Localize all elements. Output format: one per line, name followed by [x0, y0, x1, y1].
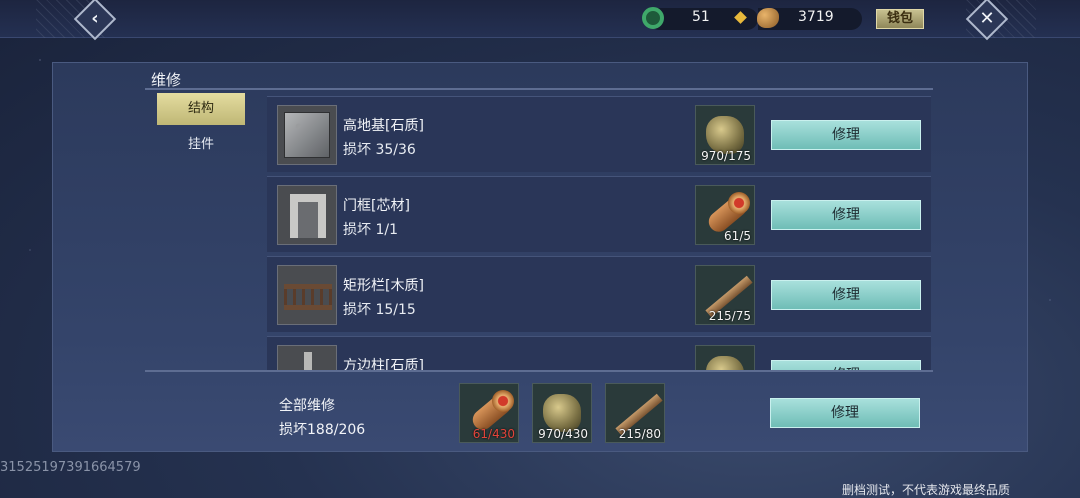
material-count: 61/5 — [724, 229, 751, 243]
item-name: 方边柱[石质] — [343, 358, 424, 370]
material-count: 970/175 — [701, 149, 751, 163]
gourd-icon — [757, 8, 779, 28]
repair-panel: 维修 结构 挂件 高地基[石质] 损坏 35/36 970/175 修理 门框[… — [52, 62, 1028, 452]
log-icon: 61/430 — [459, 383, 519, 443]
tab-attachments[interactable]: 挂件 — [157, 129, 245, 161]
test-disclaimer: 删档测试，不代表游戏最终品质 — [842, 483, 1011, 497]
stone-foundation-icon — [277, 105, 337, 165]
list-item: 矩形栏[木质] 损坏 15/15 215/75 修理 — [267, 256, 931, 332]
stone-ore-icon: 970/430 — [532, 383, 592, 443]
item-damage: 损坏 1/1 — [343, 222, 398, 238]
repair-all-title: 全部维修 — [279, 398, 335, 414]
tab-structure[interactable]: 结构 — [157, 93, 245, 125]
gourd-amount: 3719 — [798, 9, 834, 25]
jade-icon — [642, 7, 664, 29]
stone-ore-icon: 970/175 — [695, 105, 755, 165]
item-name: 矩形栏[木质] — [343, 278, 424, 294]
item-damage: 损坏 15/15 — [343, 302, 416, 318]
repair-all-damage: 损坏188/206 — [279, 422, 366, 438]
stone-ore-icon — [695, 345, 755, 370]
log-icon: 61/5 — [695, 185, 755, 245]
top-bar: ‹ ✕ 51 3719 钱包 — [0, 0, 1080, 41]
repair-button[interactable]: 修理 — [771, 280, 921, 310]
divider — [145, 88, 933, 90]
list-item: 方边柱[石质] 修理 — [267, 336, 931, 370]
material-count: 215/75 — [708, 309, 751, 323]
wallet-button[interactable]: 钱包 — [876, 9, 924, 29]
repair-button[interactable]: 修理 — [771, 120, 921, 150]
user-id-watermark: 31525197391664579 — [0, 460, 141, 475]
material-count: 970/430 — [538, 427, 588, 441]
item-name: 门框[芯材] — [343, 198, 410, 214]
repair-button[interactable]: 修理 — [771, 200, 921, 230]
close-icon: ✕ — [979, 8, 995, 29]
stone-pillar-icon — [277, 345, 337, 370]
list-item: 高地基[石质] 损坏 35/36 970/175 修理 — [267, 96, 931, 172]
panel-title: 维修 — [151, 71, 182, 89]
item-damage: 损坏 35/36 — [343, 142, 416, 158]
divider — [145, 370, 933, 372]
chevron-left-icon: ‹ — [91, 8, 99, 29]
jade-amount: 51 — [692, 9, 710, 25]
repair-all-button[interactable]: 修理 — [770, 398, 920, 428]
repair-list[interactable]: 高地基[石质] 损坏 35/36 970/175 修理 门框[芯材] 损坏 1/… — [267, 96, 931, 370]
door-frame-icon — [277, 185, 337, 245]
item-name: 高地基[石质] — [343, 118, 424, 134]
repair-button[interactable]: 修理 — [771, 360, 921, 370]
plank-icon: 215/80 — [605, 383, 665, 443]
list-item: 门框[芯材] 损坏 1/1 61/5 修理 — [267, 176, 931, 252]
material-count: 61/430 — [472, 427, 515, 441]
plank-icon: 215/75 — [695, 265, 755, 325]
wooden-fence-icon — [277, 265, 337, 325]
material-count: 215/80 — [618, 427, 661, 441]
